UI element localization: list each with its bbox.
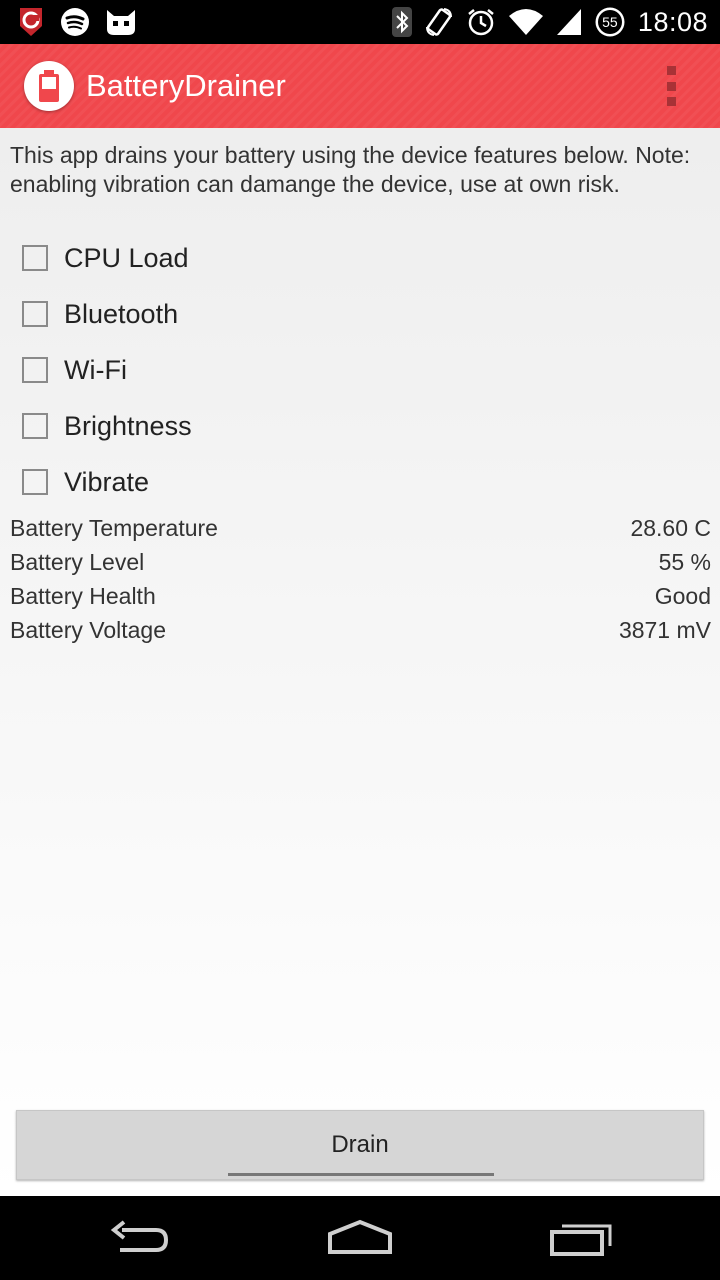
app-shield-icon — [16, 6, 46, 38]
info-value: 3871 mV — [618, 616, 711, 643]
navigation-bar — [0, 1196, 720, 1280]
status-time: 18:08 — [637, 6, 708, 37]
info-label: Battery Level — [10, 548, 145, 575]
checkbox-label: Wi-Fi — [64, 354, 127, 385]
checkbox-box[interactable] — [22, 469, 48, 495]
info-row-health: Battery Health Good — [10, 580, 711, 612]
checkbox-label: Vibrate — [64, 466, 150, 497]
checkbox-box[interactable] — [22, 245, 48, 271]
info-label: Battery Temperature — [10, 514, 218, 541]
status-bar: 55 18:08 — [0, 0, 720, 44]
cyanogen-mascot-icon — [104, 7, 138, 37]
info-value: Good — [654, 582, 711, 609]
home-icon[interactable] — [326, 1218, 394, 1263]
action-bar: BatteryDrainer — [0, 44, 720, 128]
checkbox-label: Brightness — [64, 410, 192, 441]
screen-rotation-icon — [424, 7, 454, 37]
checkbox-bluetooth[interactable]: Bluetooth — [22, 294, 178, 334]
app-title: BatteryDrainer — [86, 68, 286, 103]
drain-button-underline — [228, 1173, 494, 1176]
drain-button-label: Drain — [331, 1131, 389, 1158]
alarm-icon — [466, 7, 496, 37]
back-icon[interactable] — [108, 1218, 172, 1263]
info-value: 28.60 C — [630, 514, 711, 541]
drain-button[interactable]: Drain — [16, 1110, 704, 1180]
recents-icon[interactable] — [548, 1218, 616, 1263]
info-label: Battery Health — [10, 582, 156, 609]
checkbox-box[interactable] — [22, 413, 48, 439]
checkbox-label: CPU Load — [64, 242, 189, 273]
bluetooth-icon — [391, 7, 412, 37]
checkbox-brightness[interactable]: Brightness — [22, 406, 192, 446]
description-text: This app drains your battery using the d… — [10, 142, 691, 197]
battery-icon: 55 — [594, 6, 626, 38]
checkbox-box[interactable] — [22, 301, 48, 327]
checkbox-box[interactable] — [22, 357, 48, 383]
cell-signal-icon — [556, 8, 582, 36]
info-label: Battery Voltage — [10, 616, 166, 643]
overflow-menu-icon[interactable] — [652, 66, 690, 106]
spotify-icon — [60, 7, 90, 37]
app-battery-icon[interactable] — [24, 61, 74, 111]
checkbox-vibrate[interactable]: Vibrate — [22, 462, 149, 502]
wifi-icon — [508, 8, 544, 36]
battery-percent: 55 — [602, 14, 618, 30]
info-row-level: Battery Level 55 % — [10, 546, 711, 578]
main-content: This app drains your battery using the d… — [0, 128, 720, 1196]
info-row-voltage: Battery Voltage 3871 mV — [10, 614, 711, 646]
info-value: 55 % — [658, 548, 711, 575]
info-row-temperature: Battery Temperature 28.60 C — [10, 512, 711, 544]
checkbox-cpu-load[interactable]: CPU Load — [22, 238, 189, 278]
checkbox-label: Bluetooth — [64, 298, 179, 329]
checkbox-wifi[interactable]: Wi-Fi — [22, 350, 127, 390]
